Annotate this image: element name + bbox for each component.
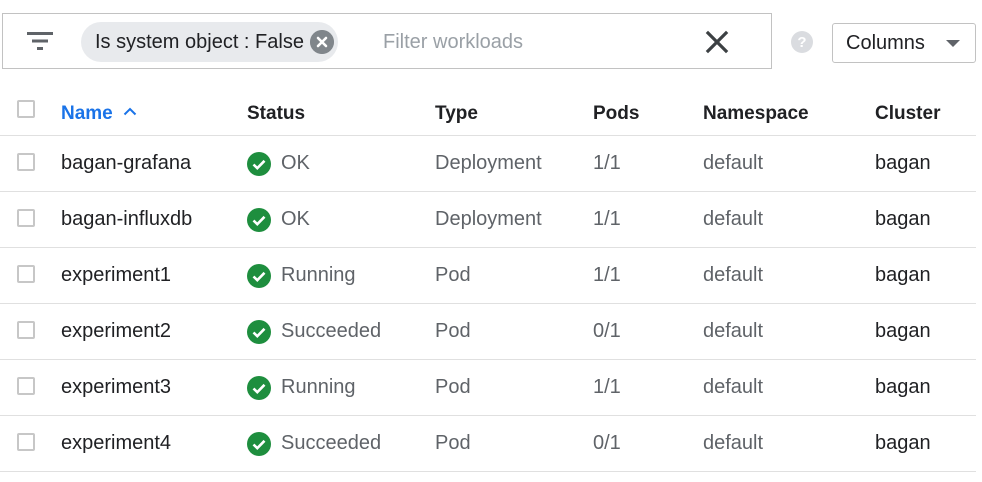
sort-ascending-icon: [123, 107, 136, 115]
select-all-checkbox[interactable]: [17, 100, 35, 118]
workload-name-link[interactable]: experiment3: [61, 360, 171, 415]
table-row: bagan-influxdb OK Deployment 1/1 default…: [0, 192, 976, 248]
column-header-pods[interactable]: Pods: [593, 88, 639, 137]
pods-cell: 1/1: [593, 264, 621, 286]
status-cell: Running: [247, 360, 356, 415]
row-checkbox[interactable]: [17, 153, 35, 171]
close-icon[interactable]: [701, 26, 733, 58]
status-label: Running: [281, 376, 356, 398]
pods-cell: 0/1: [593, 320, 621, 342]
status-label: OK: [281, 152, 310, 174]
column-header-cluster[interactable]: Cluster: [875, 88, 940, 137]
namespace-cell: default: [703, 152, 764, 174]
table-row: experiment4 Succeeded Pod 0/1 default ba…: [0, 416, 976, 472]
workloads-view: Is system object : False ? Columns Name: [0, 0, 982, 482]
status-label: Running: [281, 264, 356, 286]
filter-input[interactable]: [375, 22, 691, 62]
column-header-namespace[interactable]: Namespace: [703, 88, 809, 137]
cluster-cell: bagan: [875, 376, 931, 398]
status-label: OK: [281, 208, 310, 230]
pods-cell: 1/1: [593, 208, 621, 230]
status-cell: OK: [247, 192, 310, 247]
status-label: Succeeded: [281, 432, 382, 454]
check-circle-icon: [247, 375, 271, 400]
table-row: experiment1 Running Pod 1/1 default baga…: [0, 248, 976, 304]
namespace-cell: default: [703, 208, 764, 230]
workload-name-link[interactable]: experiment1: [61, 248, 171, 303]
namespace-cell: default: [703, 320, 764, 342]
row-checkbox[interactable]: [17, 433, 35, 451]
check-circle-icon: [247, 151, 271, 176]
namespace-cell: default: [703, 376, 764, 398]
check-circle-icon: [247, 207, 271, 232]
status-label: Succeeded: [281, 320, 382, 342]
row-checkbox[interactable]: [17, 209, 35, 227]
filter-list-icon[interactable]: [27, 31, 53, 51]
type-cell: Deployment: [435, 152, 542, 174]
column-header-name-label: Name: [61, 102, 113, 124]
type-cell: Pod: [435, 432, 471, 454]
table-row: experiment3 Running Pod 1/1 default baga…: [0, 360, 976, 416]
filter-chip-label: Is system object : False: [95, 30, 304, 53]
type-cell: Pod: [435, 320, 471, 342]
column-header-name[interactable]: Name: [61, 88, 137, 137]
namespace-cell: default: [703, 432, 764, 454]
cluster-cell: bagan: [875, 320, 931, 342]
cancel-icon[interactable]: [309, 30, 334, 54]
filter-bar: Is system object : False: [2, 13, 772, 69]
type-cell: Deployment: [435, 208, 542, 230]
status-cell: Succeeded: [247, 416, 381, 471]
workloads-table: Name Status Type Pods Namespace Cluster …: [0, 88, 976, 472]
cluster-cell: bagan: [875, 208, 931, 230]
pods-cell: 1/1: [593, 376, 621, 398]
help-icon[interactable]: ?: [790, 30, 814, 54]
arrow-drop-down-icon: [946, 40, 960, 47]
status-cell: Running: [247, 248, 356, 303]
check-circle-icon: [247, 431, 271, 456]
workload-name-link[interactable]: experiment2: [61, 304, 171, 359]
type-cell: Pod: [435, 376, 471, 398]
svg-text:?: ?: [797, 34, 806, 51]
columns-button[interactable]: Columns: [832, 23, 976, 63]
row-checkbox[interactable]: [17, 377, 35, 395]
column-header-type[interactable]: Type: [435, 88, 478, 137]
status-cell: OK: [247, 136, 310, 191]
table-header-row: Name Status Type Pods Namespace Cluster: [0, 88, 976, 136]
cluster-cell: bagan: [875, 264, 931, 286]
type-cell: Pod: [435, 264, 471, 286]
status-cell: Succeeded: [247, 304, 381, 359]
table-row: experiment2 Succeeded Pod 0/1 default ba…: [0, 304, 976, 360]
cluster-cell: bagan: [875, 432, 931, 454]
row-checkbox[interactable]: [17, 321, 35, 339]
column-header-status[interactable]: Status: [247, 88, 305, 137]
filter-chip[interactable]: Is system object : False: [81, 22, 338, 62]
columns-button-label: Columns: [846, 31, 925, 54]
cluster-cell: bagan: [875, 152, 931, 174]
check-circle-icon: [247, 319, 271, 344]
pods-cell: 1/1: [593, 152, 621, 174]
table-row: bagan-grafana OK Deployment 1/1 default …: [0, 136, 976, 192]
workload-name-link[interactable]: experiment4: [61, 416, 171, 471]
workload-name-link[interactable]: bagan-influxdb: [61, 192, 192, 247]
row-checkbox[interactable]: [17, 265, 35, 283]
check-circle-icon: [247, 263, 271, 288]
namespace-cell: default: [703, 264, 764, 286]
workload-name-link[interactable]: bagan-grafana: [61, 136, 191, 191]
pods-cell: 0/1: [593, 432, 621, 454]
